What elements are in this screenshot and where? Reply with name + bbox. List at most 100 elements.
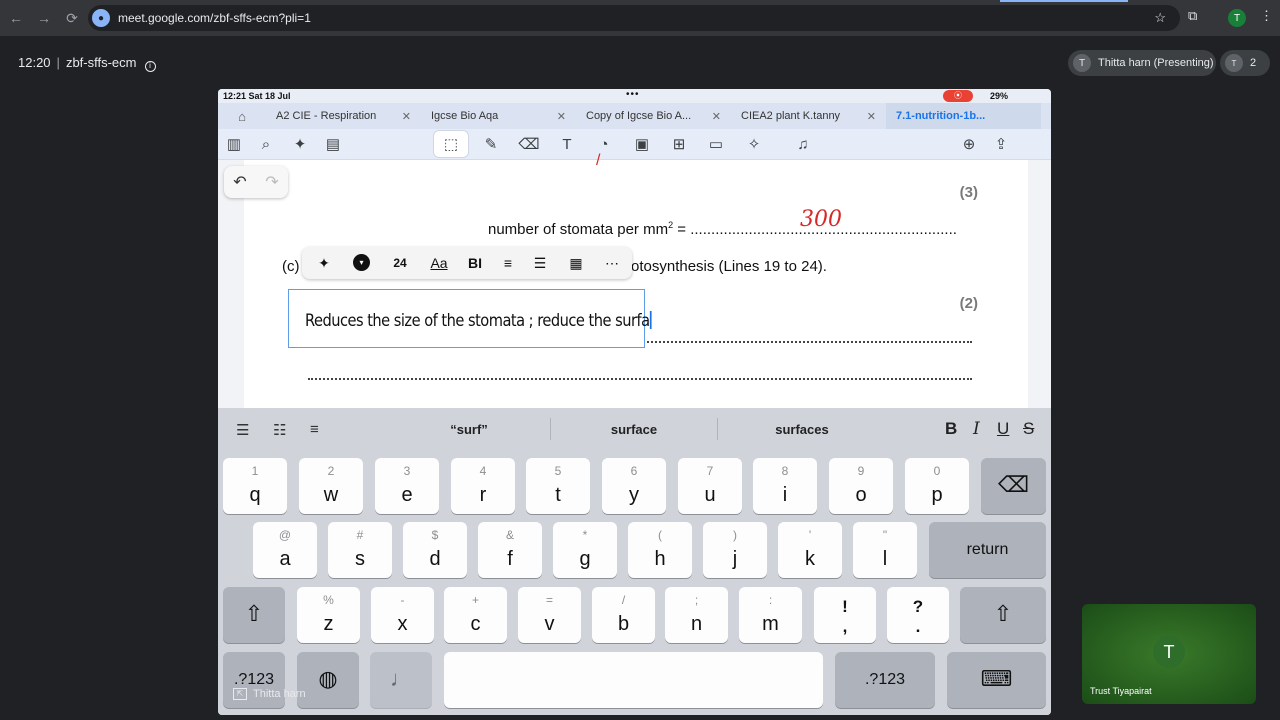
globe-key[interactable]: ◍ — [297, 652, 359, 708]
key[interactable]: 9o — [829, 458, 893, 514]
eraser-icon[interactable]: ⌫ — [518, 134, 540, 154]
dictation-key[interactable]: ♩ — [370, 652, 432, 708]
underline-icon[interactable]: U — [997, 419, 1009, 439]
address-bar[interactable]: ● meet.google.com/zbf-sffs-ecm?pli=1 ☆ — [88, 5, 1180, 31]
key[interactable]: * g — [553, 522, 617, 578]
bold-italic-icon[interactable]: BI — [464, 253, 486, 273]
search-icon[interactable]: ⌕ — [255, 134, 277, 154]
italic-icon[interactable]: I — [973, 419, 980, 439]
return-key[interactable]: return — [929, 522, 1046, 578]
close-icon[interactable]: ✕ — [712, 110, 721, 123]
doc-tab[interactable]: A2 CIE - Respiration ✕ — [266, 103, 421, 129]
undo-icon[interactable]: ↶ — [233, 172, 246, 192]
shift-key[interactable]: ⇧ — [223, 587, 285, 643]
new-page-icon[interactable]: ⊕ — [958, 134, 980, 154]
presenter-chip[interactable]: T Thitta harn (Presenting) — [1068, 50, 1216, 76]
key[interactable]: -x — [371, 587, 434, 643]
bookmark-star-icon[interactable]: ☆ — [1154, 10, 1166, 26]
key[interactable]: (h — [628, 522, 692, 578]
key[interactable]: 7u — [678, 458, 742, 514]
share-icon[interactable]: ⇪ — [990, 134, 1012, 154]
elements-icon[interactable]: ⊞ — [668, 134, 690, 154]
redo-icon[interactable]: ↷ — [265, 172, 278, 192]
numbers-key[interactable]: .?123 — [835, 652, 935, 708]
text-color-icon[interactable]: ▦ — [566, 253, 586, 273]
home-icon[interactable]: ⌂ — [218, 103, 266, 129]
close-icon[interactable]: ✕ — [557, 110, 566, 123]
suggestion[interactable]: surfaces — [727, 422, 877, 437]
doc-tab[interactable]: CIEA2 plant K.tanny ✕ — [731, 103, 886, 129]
suggestion[interactable]: “surf” — [394, 422, 544, 437]
mic-site-icon[interactable]: ● — [92, 9, 110, 27]
question-period-key[interactable]: ?. — [887, 587, 949, 643]
key[interactable]: :m — [739, 587, 802, 643]
laser-pointer-icon[interactable]: ✧ — [743, 134, 765, 154]
lasso-select-icon[interactable]: ⬚ — [434, 131, 468, 157]
key[interactable]: # s — [328, 522, 392, 578]
key[interactable]: 4r — [451, 458, 515, 514]
document-canvas[interactable]: / (3) number of stomata per mm2 = ......… — [218, 152, 1051, 408]
delete-key[interactable]: ⌫ — [981, 458, 1046, 514]
sidebar-icon[interactable]: ▥ — [223, 134, 245, 154]
close-icon[interactable]: ✕ — [867, 110, 876, 123]
reload-icon[interactable]: ⟳ — [60, 6, 84, 30]
doc-tab-active[interactable]: 7.1-nutrition-1b... — [886, 103, 1041, 129]
browser-menu-icon[interactable]: ⋮ — [1260, 8, 1273, 24]
list-icon[interactable]: ☰ — [530, 253, 550, 273]
key[interactable]: & f — [478, 522, 542, 578]
close-icon[interactable]: ✕ — [402, 110, 411, 123]
pin-icon[interactable]: ⇱ — [233, 688, 247, 700]
pages-icon[interactable]: ▤ — [322, 134, 344, 154]
shift-key[interactable]: ⇧ — [960, 587, 1046, 643]
exclaim-comma-key[interactable]: !, — [814, 587, 876, 643]
key[interactable]: ) j — [703, 522, 767, 578]
key[interactable]: 2w — [299, 458, 363, 514]
doc-tab[interactable]: Copy of Igcse Bio A... ✕ — [576, 103, 731, 129]
sticky-note-icon[interactable]: ▭ — [705, 134, 727, 154]
strikethrough-icon[interactable]: S — [1023, 419, 1034, 439]
participants-chip[interactable]: T 2 — [1220, 50, 1270, 76]
space-bar[interactable] — [444, 652, 823, 708]
bullet-list-icon[interactable]: ☰ — [236, 421, 249, 439]
key[interactable]: 8i — [753, 458, 817, 514]
key[interactable]: ' k — [778, 522, 842, 578]
text-tool-icon[interactable]: T — [556, 134, 578, 154]
key[interactable]: 1q — [223, 458, 287, 514]
numbered-list-icon[interactable]: ☷ — [273, 421, 286, 439]
shape-icon[interactable]: ◔ — [593, 134, 615, 154]
color-picker-icon[interactable]: ▾ — [353, 254, 370, 271]
key[interactable]: 3e — [375, 458, 439, 514]
key[interactable]: % z — [297, 587, 360, 643]
font-size-value[interactable]: 24 — [388, 253, 412, 273]
key[interactable]: / b — [592, 587, 655, 643]
microphone-icon[interactable]: ♫ — [792, 134, 814, 154]
more-icon[interactable]: ⋯ — [602, 253, 622, 273]
suggestion[interactable]: surface — [559, 422, 709, 437]
key[interactable]: @ a — [253, 522, 317, 578]
hide-keyboard-key[interactable]: ⌨ — [947, 652, 1046, 708]
profile-avatar[interactable]: T — [1228, 9, 1246, 27]
key[interactable]: = v — [518, 587, 581, 643]
font-style-icon[interactable]: Aa — [428, 253, 450, 273]
bold-icon[interactable]: B — [945, 419, 957, 439]
key[interactable]: ; n — [665, 587, 728, 643]
text-box[interactable]: Reduces the size of the stomata ; reduce… — [288, 289, 652, 348]
key[interactable]: 0p — [905, 458, 969, 514]
ai-sparkle-icon[interactable]: ✦ — [289, 134, 311, 154]
pen-icon[interactable]: ✎ — [480, 134, 502, 154]
key[interactable]: + c — [444, 587, 507, 643]
align-left-icon[interactable]: ≡ — [310, 421, 319, 438]
participant-tile[interactable]: T Trust Tiyapairat — [1082, 604, 1256, 704]
key[interactable]: 6y — [602, 458, 666, 514]
image-icon[interactable]: ▣ — [631, 134, 653, 154]
key[interactable]: " l — [853, 522, 917, 578]
key[interactable]: 5t — [526, 458, 590, 514]
doc-tab[interactable]: Igcse Bio Aqa ✕ — [421, 103, 576, 129]
extensions-icon[interactable]: ⧉ — [1188, 8, 1197, 24]
key[interactable]: $ d — [403, 522, 467, 578]
ai-sparkle-icon[interactable]: ✦ — [314, 253, 334, 273]
back-icon[interactable]: ← — [4, 6, 28, 30]
info-icon[interactable]: i — [144, 61, 156, 72]
align-icon[interactable]: ≡ — [498, 253, 518, 273]
forward-icon[interactable]: → — [32, 6, 56, 30]
